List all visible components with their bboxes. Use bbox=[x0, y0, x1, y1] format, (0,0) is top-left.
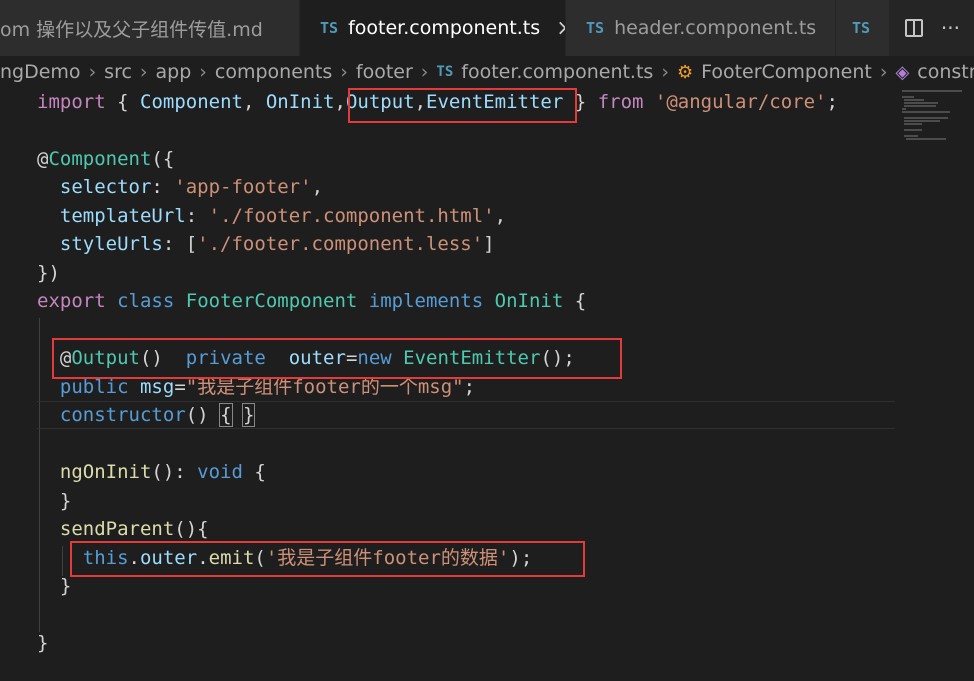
code-line-20: } bbox=[37, 632, 49, 654]
bracket-match: { bbox=[219, 403, 233, 427]
chevron-right-icon: › bbox=[879, 61, 888, 83]
code-line-6: styleUrls: ['./footer.component.less'] bbox=[59, 233, 495, 255]
code-editor[interactable]: import { Component, OnInit,Output,EventE… bbox=[0, 88, 974, 681]
tab-ts-file[interactable]: TS bbox=[836, 0, 890, 56]
breadcrumb-item[interactable]: footer.component.ts bbox=[461, 61, 653, 83]
code-line-5: templateUrl: './footer.component.html', bbox=[59, 205, 507, 227]
chevron-right-icon: › bbox=[139, 61, 148, 83]
tab-label: footer.component.ts bbox=[348, 17, 541, 39]
typescript-icon: TS bbox=[320, 19, 339, 37]
bracket-match: } bbox=[241, 403, 256, 427]
breadcrumb-item[interactable]: ngDemo bbox=[0, 61, 81, 83]
editor-actions: ··· bbox=[890, 0, 974, 56]
breadcrumb-item[interactable]: src bbox=[104, 61, 132, 83]
code-line-18: } bbox=[59, 575, 72, 597]
code-line-14: ngOnInit(): void { bbox=[59, 461, 266, 483]
code-line-12: constructor() { } bbox=[59, 403, 256, 427]
code-line-8: export class FooterComponent implements … bbox=[37, 290, 587, 312]
tab-header-component[interactable]: TS header.component.ts bbox=[566, 0, 836, 56]
chevron-right-icon: › bbox=[661, 61, 669, 83]
split-editor-icon[interactable] bbox=[904, 19, 923, 37]
minimap[interactable] bbox=[900, 88, 970, 148]
tab-footer-component[interactable]: TS footer.component.ts × bbox=[300, 0, 566, 56]
more-actions-icon[interactable]: ··· bbox=[941, 16, 960, 40]
tab-label: om 操作以及父子组件传值.md bbox=[0, 18, 263, 41]
breadcrumb: ngDemo › src › app › components › footer… bbox=[0, 56, 974, 88]
chevron-right-icon: › bbox=[199, 61, 207, 83]
chevron-right-icon: › bbox=[340, 61, 348, 83]
typescript-icon: TS bbox=[586, 19, 605, 37]
breadcrumb-item[interactable]: constructor bbox=[917, 61, 974, 83]
typescript-icon: TS bbox=[436, 64, 454, 80]
method-cube-icon: ◈ bbox=[895, 61, 910, 83]
class-icon: ⚙ bbox=[676, 61, 694, 83]
close-icon[interactable]: × bbox=[556, 16, 565, 41]
tab-label: header.component.ts bbox=[614, 17, 817, 39]
code-line-7: }) bbox=[37, 262, 60, 284]
highlight-box-output-decorator bbox=[52, 338, 622, 379]
code-line-4: selector: 'app-footer', bbox=[59, 176, 324, 198]
tab-bar: om 操作以及父子组件传值.md TS footer.component.ts … bbox=[0, 0, 974, 56]
code-line-3: @Component({ bbox=[37, 148, 175, 170]
highlight-box-emit-call bbox=[70, 541, 585, 577]
breadcrumb-item[interactable]: footer bbox=[356, 61, 413, 83]
typescript-icon: TS bbox=[852, 19, 871, 37]
breadcrumb-item[interactable]: FooterComponent bbox=[701, 61, 872, 83]
breadcrumb-item[interactable]: app bbox=[156, 61, 192, 83]
chevron-right-icon: › bbox=[420, 61, 429, 83]
code-line-15: } bbox=[59, 490, 72, 512]
highlight-box-imports bbox=[348, 88, 577, 123]
code-line-16: sendParent(){ bbox=[59, 518, 209, 540]
tab-markdown-file[interactable]: om 操作以及父子组件传值.md bbox=[0, 0, 300, 56]
breadcrumb-item[interactable]: components bbox=[215, 61, 332, 83]
chevron-right-icon: › bbox=[88, 61, 97, 83]
